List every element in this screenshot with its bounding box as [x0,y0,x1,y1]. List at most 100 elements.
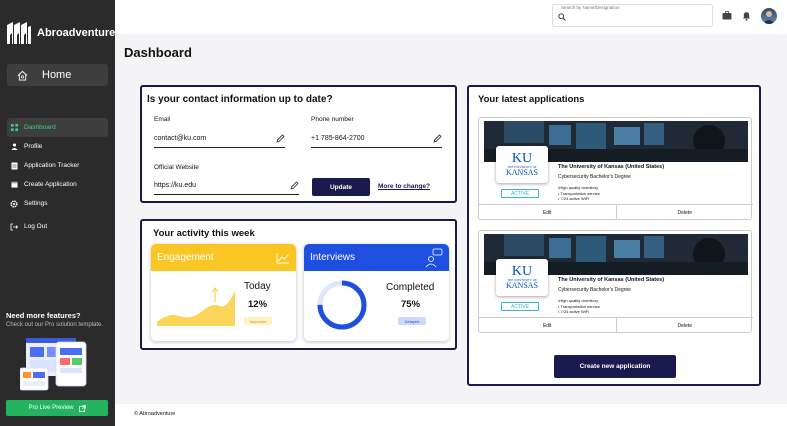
website-field[interactable]: https://ku.edu [154,177,299,195]
trend-chart-icon [276,252,289,263]
engagement-status-badge: Improved [244,317,272,325]
search-icon [558,13,566,21]
sidebar-item-profile[interactable]: Profile [7,137,108,156]
logo-ku: KU [511,263,533,279]
engagement-card[interactable]: Engagement Today 12% Improved [151,244,296,341]
promo-subtitle: Check out our Pro solution template. [6,322,104,328]
application-actions: Edit Delete [479,204,753,220]
engagement-value: 12% [248,299,268,310]
status-badge: ACTIVE [501,302,539,311]
email-field[interactable]: contact@ku.com [154,130,285,148]
person-icon [10,143,18,151]
engagement-label: Engagement [157,252,214,263]
interviews-header: Interviews [304,244,449,271]
pro-live-preview-button[interactable]: Pro Live Preview [6,400,108,416]
chat-user-icon [425,248,443,267]
search-label: Search by Name/Designation [561,5,620,10]
sidebar-item-log-out[interactable]: Log Out [7,217,108,236]
logout-icon [10,223,18,231]
more-to-change-link[interactable]: More to change? [378,183,430,190]
sidebar-item-label: Log Out [24,223,48,230]
delete-button[interactable]: Delete [617,318,754,333]
university-logo: KU THE UNIVERSITY OF KANSAS [496,259,548,296]
feature-item: • 7/24 active WiFi [558,196,589,201]
interviews-label: Interviews [310,252,356,263]
edit-button[interactable]: Edit [479,205,617,220]
grid-icon [10,124,18,132]
pencil-icon[interactable] [276,134,285,143]
feature-list: •High quality dormitory • Transportation… [558,185,600,202]
application-actions: Edit Delete [479,317,753,333]
delete-button[interactable]: Delete [617,205,754,220]
footer-copyright: © Abroadventure [134,411,176,417]
phone-value: +1 785-864-2700 [311,135,365,142]
phone-field[interactable]: +1 785-864-2700 [311,130,442,148]
avatar[interactable] [761,8,777,24]
email-value: contact@ku.com [154,135,207,142]
sidebar-item-label: Dashboard [24,124,56,131]
contact-title: Is your contact information up to date? [147,94,333,105]
phone-label: Phone number [311,116,354,123]
brand-name: Abroadventure [37,27,116,39]
contact-card: Is your contact information up to date? … [140,85,457,203]
promo-illustration [20,338,87,391]
create-application-button[interactable]: Create new application [554,355,676,378]
sidebar-item-create-application[interactable]: Create Application [7,175,108,194]
page-title: Dashboard [124,45,192,60]
home-button[interactable]: Home [7,64,108,86]
engagement-header: Engagement [151,244,296,271]
search-input[interactable]: Search by Name/Designation [552,4,713,27]
applications-title: Your latest applications [478,94,585,105]
home-label: Home [42,69,72,81]
promo-title: Need more features? [6,311,81,320]
sidebar-item-label: Profile [24,143,43,150]
interviews-status: Completed [386,282,435,293]
home-icon [17,70,28,81]
interviews-card[interactable]: Interviews Completed 75% Delayed [304,244,449,341]
sidebar-item-label: Settings [24,200,48,207]
website-label: Official Website [154,164,199,171]
bell-icon[interactable] [742,11,751,21]
sidebar-item-label: Create Application [24,181,77,188]
update-button[interactable]: Update [312,178,370,196]
website-value: https://ku.edu [154,182,197,189]
sidebar-nav: Dashboard Profile Application Tracker Cr… [7,118,108,236]
brand-logo-icon [7,22,31,44]
application-card[interactable]: KU THE UNIVERSITY OF KANSAS ACTIVE The U… [478,117,753,220]
activity-title: Your activity this week [153,228,255,239]
briefcase-icon[interactable] [722,11,732,20]
feature-item: •High quality dormitory [558,185,599,190]
brand[interactable]: Abroadventure [7,21,115,45]
external-link-icon [78,404,86,412]
feature-item: •High quality dormitory [558,298,599,303]
calendar-icon [10,181,18,189]
status-badge: ACTIVE [501,189,539,198]
sidebar-item-dashboard[interactable]: Dashboard [7,118,108,137]
feature-list: •High quality dormitory • Transportation… [558,298,600,315]
interviews-value: 75% [401,299,421,310]
sidebar-item-label: Application Tracker [24,162,80,169]
sidebar: Abroadventure Home Dashboard Profile App… [0,0,115,426]
logo-kansas: KANSAS [505,280,538,290]
pencil-icon[interactable] [290,181,299,190]
sidebar-item-application-tracker[interactable]: Application Tracker [7,156,108,175]
degree-name: Cybersecurity Bachelor's Degree [558,287,631,293]
university-logo: KU THE UNIVERSITY OF KANSAS [496,146,548,183]
applications-card: Your latest applications KU THE UNIVERSI… [467,85,761,386]
logo-kansas: KANSAS [505,167,538,177]
sidebar-item-settings[interactable]: Settings [7,194,108,213]
preview-button-label: Pro Live Preview [28,405,74,411]
feature-item: • 7/24 active WiFi [558,309,589,314]
pencil-icon[interactable] [433,134,442,143]
application-card[interactable]: KU THE UNIVERSITY OF KANSAS ACTIVE The U… [478,230,753,333]
university-name: The University of Kansas (United States) [558,277,665,283]
logo-ku: KU [511,150,533,166]
top-bar: Search by Name/Designation [115,0,787,34]
university-name: The University of Kansas (United States) [558,164,665,170]
document-icon [10,162,18,170]
edit-button[interactable]: Edit [479,318,617,333]
footer: © Abroadventure [115,404,787,426]
gear-icon [10,199,18,208]
degree-name: Cybersecurity Bachelor's Degree [558,174,631,180]
engagement-period: Today [244,281,271,292]
